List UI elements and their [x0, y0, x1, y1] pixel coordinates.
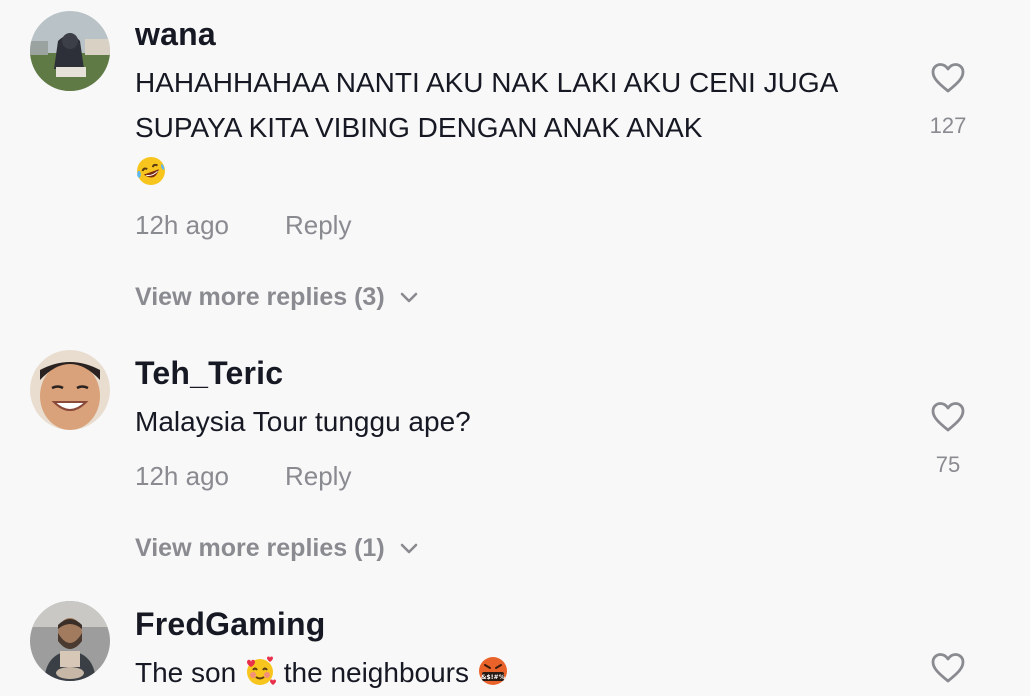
like-button[interactable] — [928, 62, 968, 94]
avatar[interactable] — [30, 350, 110, 430]
reply-button[interactable]: Reply — [285, 461, 351, 491]
avatar[interactable] — [30, 11, 110, 91]
avatar[interactable] — [30, 601, 110, 681]
heart-outline-icon — [931, 63, 965, 93]
heart-outline-icon — [931, 653, 965, 683]
comment-username[interactable]: Teh_Teric — [135, 355, 283, 392]
view-more-replies-button[interactable]: View more replies (3) — [135, 283, 419, 312]
comment-text: The son the neighbours &$!#% — [135, 650, 895, 696]
rolling-laughing-emoji-icon — [135, 155, 167, 200]
comment-text-part: The son — [135, 657, 237, 688]
comment-username[interactable]: FredGaming — [135, 606, 325, 643]
view-more-replies-label: View more replies (3) — [135, 283, 385, 311]
cursing-face-emoji-icon: &$!#% — [477, 655, 509, 696]
comment-list: wana HAHAHHAHAA NANTI AKU NAK LAKI AKU C… — [0, 0, 1030, 696]
like-button[interactable] — [928, 652, 968, 684]
comment-text-body: HAHAHHAHAA NANTI AKU NAK LAKI AKU CENI J… — [135, 67, 837, 143]
comment-timestamp: 12h ago — [135, 461, 229, 491]
comment-username[interactable]: wana — [135, 16, 216, 53]
cursing-symbols-label: &$!#% — [481, 674, 505, 681]
view-more-replies-button[interactable]: View more replies (1) — [135, 534, 419, 563]
reply-button[interactable]: Reply — [285, 210, 351, 240]
comment-meta: 12h ago Reply — [135, 461, 351, 492]
smiling-hearts-emoji-icon — [244, 655, 276, 696]
comment-text-part: the neighbours — [283, 657, 469, 688]
chevron-down-icon — [400, 544, 417, 554]
comment-timestamp: 12h ago — [135, 210, 229, 240]
view-more-replies-label: View more replies (1) — [135, 534, 385, 562]
comment-text: Malaysia Tour tunggu ape? — [135, 406, 471, 437]
like-button[interactable] — [928, 401, 968, 433]
comment-meta: 12h ago Reply — [135, 210, 351, 241]
comment-text: HAHAHHAHAA NANTI AKU NAK LAKI AKU CENI J… — [135, 60, 895, 200]
like-count: 75 — [935, 452, 961, 477]
chevron-down-icon — [400, 293, 417, 303]
like-count: 127 — [929, 113, 967, 138]
heart-outline-icon — [931, 402, 965, 432]
